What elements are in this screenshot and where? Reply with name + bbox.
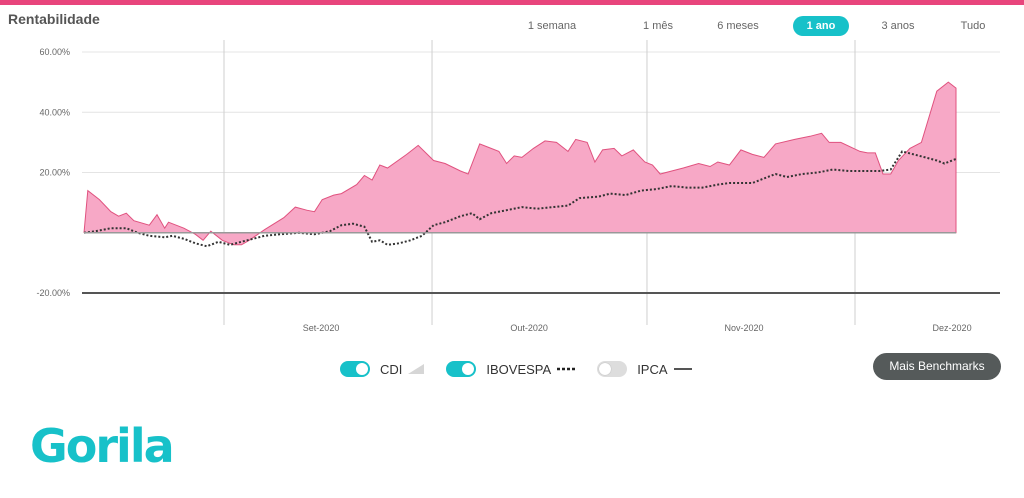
gorila-logo: Gorila: [30, 419, 175, 468]
period-1-semana[interactable]: 1 semana: [520, 16, 584, 36]
period-tudo[interactable]: Tudo: [950, 16, 996, 36]
y-tick-label: 40.00%: [39, 107, 70, 117]
y-tick-label: -20.00%: [36, 288, 70, 298]
accent-top-bar: [0, 0, 1024, 5]
more-benchmarks-button[interactable]: Mais Benchmarks: [873, 353, 1001, 380]
x-tick-label: Out-2020: [510, 323, 548, 333]
series-cdi-area: [83, 81, 957, 246]
svg-text:Gorila: Gorila: [30, 419, 173, 468]
solid-line-swatch-icon: [673, 368, 692, 370]
x-tick-label: Nov-2020: [725, 323, 764, 333]
x-tick-label: Dez-2020: [933, 323, 972, 333]
x-tick-label: Set-2020: [303, 323, 340, 333]
y-axis-ticks: 60.00% 40.00% 20.00% -20.00%: [36, 47, 70, 298]
ipca-toggle[interactable]: [597, 361, 628, 377]
x-axis-ticks: Set-2020 Out-2020 Nov-2020 Dez-2020: [303, 323, 972, 333]
ibovespa-toggle[interactable]: [446, 361, 477, 377]
y-tick-label: 60.00%: [39, 47, 70, 57]
y-tick-label: 20.00%: [39, 168, 70, 178]
period-1-ano[interactable]: 1 ano: [793, 16, 849, 36]
cdi-toggle[interactable]: [340, 361, 370, 377]
chart-title: Rentabilidade: [8, 11, 100, 27]
legend-cdi-label: CDI: [380, 361, 403, 377]
legend-ibovespa-label: IBOVESPA: [486, 361, 552, 377]
legend-ipca-label: IPCA: [637, 361, 668, 377]
chart-legend: CDI IBOVESPA IPCA: [340, 358, 692, 380]
period-3-anos[interactable]: 3 anos: [870, 16, 926, 36]
period-6-meses[interactable]: 6 meses: [710, 16, 766, 36]
performance-chart: 60.00% 40.00% 20.00% -20.00% Set-2020 Out-20…: [36, 40, 1000, 333]
period-selector: 1 semana 1 mês 6 meses 1 ano 3 anos Tudo: [520, 16, 1010, 38]
period-1-mes[interactable]: 1 mês: [630, 16, 686, 36]
series-layer: [83, 81, 957, 248]
area-swatch-icon: [408, 364, 425, 374]
dotted-line-swatch-icon: [557, 367, 576, 371]
